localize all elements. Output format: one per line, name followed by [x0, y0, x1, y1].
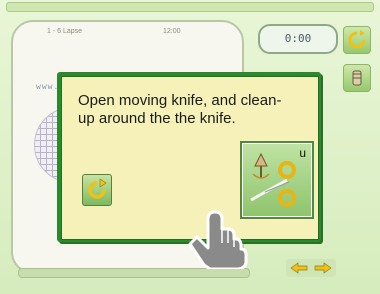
dialog-message: Open moving knife, and clean-up around t…: [78, 92, 282, 127]
undo-icon: [88, 178, 107, 199]
arrows-icon: [290, 262, 332, 274]
status-segment-display: 0:00: [258, 24, 338, 54]
panel-header-right: 12:00: [163, 28, 181, 35]
panel-header-left: 1 - 6 Lapse: [47, 28, 83, 35]
panel-header: 1 - 6 Lapse 12:00: [13, 22, 242, 40]
bobbin-icon: [352, 70, 362, 86]
bobbin-button[interactable]: [343, 64, 371, 92]
refresh-icon: [348, 30, 366, 49]
button-badge: u: [299, 146, 306, 160]
refresh-button[interactable]: [343, 26, 371, 54]
undo-button[interactable]: [82, 174, 112, 206]
progress-track: [18, 268, 250, 278]
top-status-bar: [6, 2, 374, 12]
knife-clean-button[interactable]: u: [240, 141, 314, 219]
screen: 1 - 6 Lapse 12:00 www.tajima.com 0:00 Op…: [0, 0, 380, 294]
pointer-hand-icon: [184, 199, 250, 271]
navigation-arrows-button[interactable]: [286, 259, 336, 277]
